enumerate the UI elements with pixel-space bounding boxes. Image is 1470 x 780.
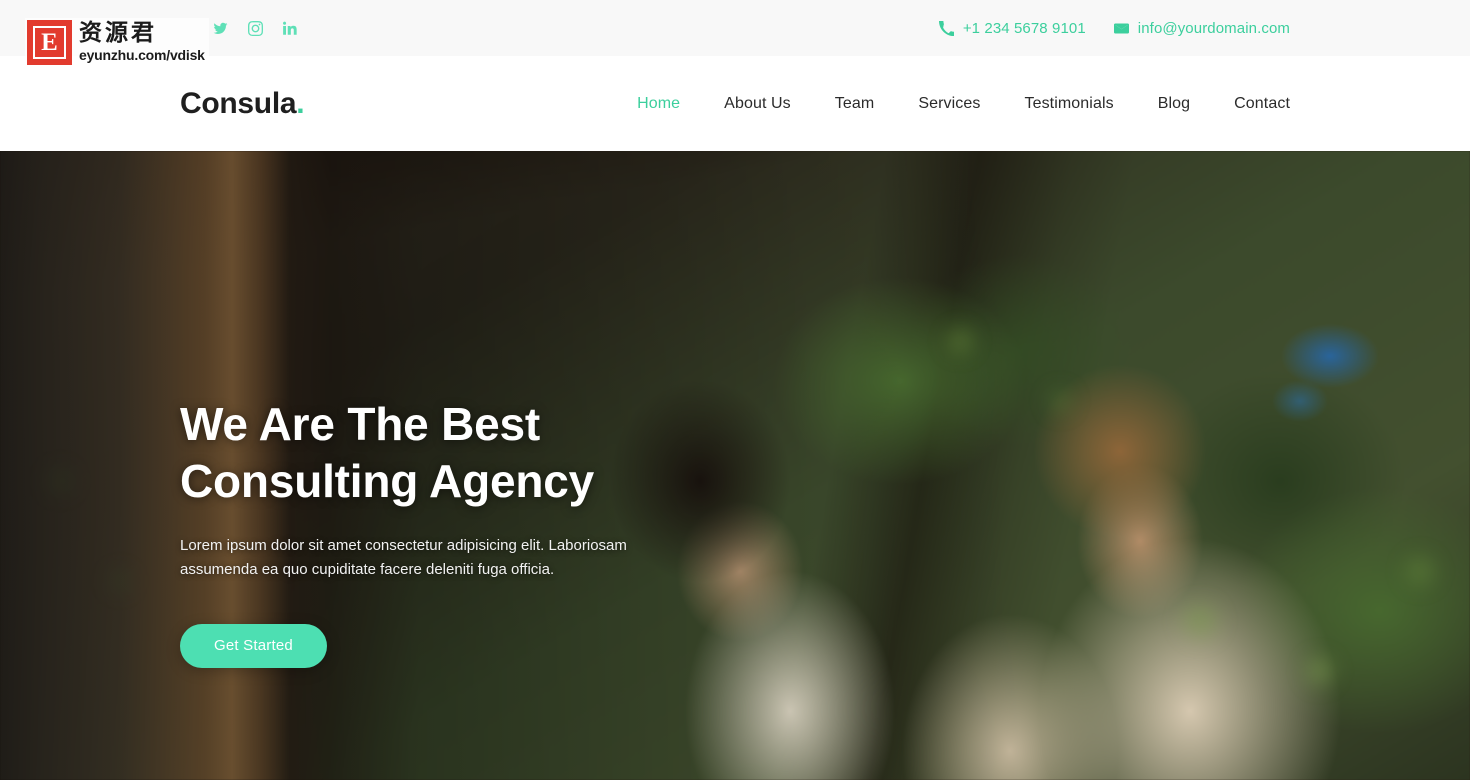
twitter-icon[interactable] (213, 21, 228, 36)
get-started-button[interactable]: Get Started (180, 624, 327, 668)
linkedin-icon[interactable] (283, 21, 298, 36)
social-links (213, 0, 298, 56)
hero-title-line-1: We Are The Best (180, 398, 540, 450)
nav-item-about-us[interactable]: About Us (724, 95, 791, 113)
hero-title-line-2: Consulting Agency (180, 455, 595, 507)
brand-name: Consula (180, 86, 297, 120)
hero-section: We Are The Best Consulting Agency Lorem … (0, 151, 1470, 780)
nav-item-blog[interactable]: Blog (1158, 95, 1190, 113)
phone-contact[interactable]: +1 234 5678 9101 (938, 19, 1086, 37)
nav-item-home[interactable]: Home (637, 95, 680, 113)
phone-icon (938, 20, 954, 36)
nav-item-testimonials[interactable]: Testimonials (1024, 95, 1113, 113)
contact-info: +1 234 5678 9101 info@yourdomain.com (938, 0, 1290, 56)
brand-accent-dot: . (296, 86, 305, 120)
hero-title: We Are The Best Consulting Agency (180, 396, 700, 510)
hero-subtitle: Lorem ipsum dolor sit amet consectetur a… (180, 537, 627, 578)
email-contact[interactable]: info@yourdomain.com (1113, 19, 1290, 37)
nav-item-contact[interactable]: Contact (1234, 95, 1290, 113)
hero-content: We Are The Best Consulting Agency Lorem … (180, 396, 700, 668)
nav-links: Home About Us Team Services Testimonials… (637, 95, 1290, 113)
main-navigation: Consula. Home About Us Team Services Tes… (0, 56, 1470, 151)
envelope-icon (1113, 21, 1129, 36)
nav-item-team[interactable]: Team (835, 95, 875, 113)
email-address: info@yourdomain.com (1137, 19, 1290, 37)
nav-item-services[interactable]: Services (918, 95, 980, 113)
brand-logo[interactable]: Consula. (180, 86, 305, 121)
phone-number: +1 234 5678 9101 (962, 19, 1086, 37)
instagram-icon[interactable] (248, 20, 263, 36)
top-bar: +1 234 5678 9101 info@yourdomain.com (0, 0, 1470, 56)
